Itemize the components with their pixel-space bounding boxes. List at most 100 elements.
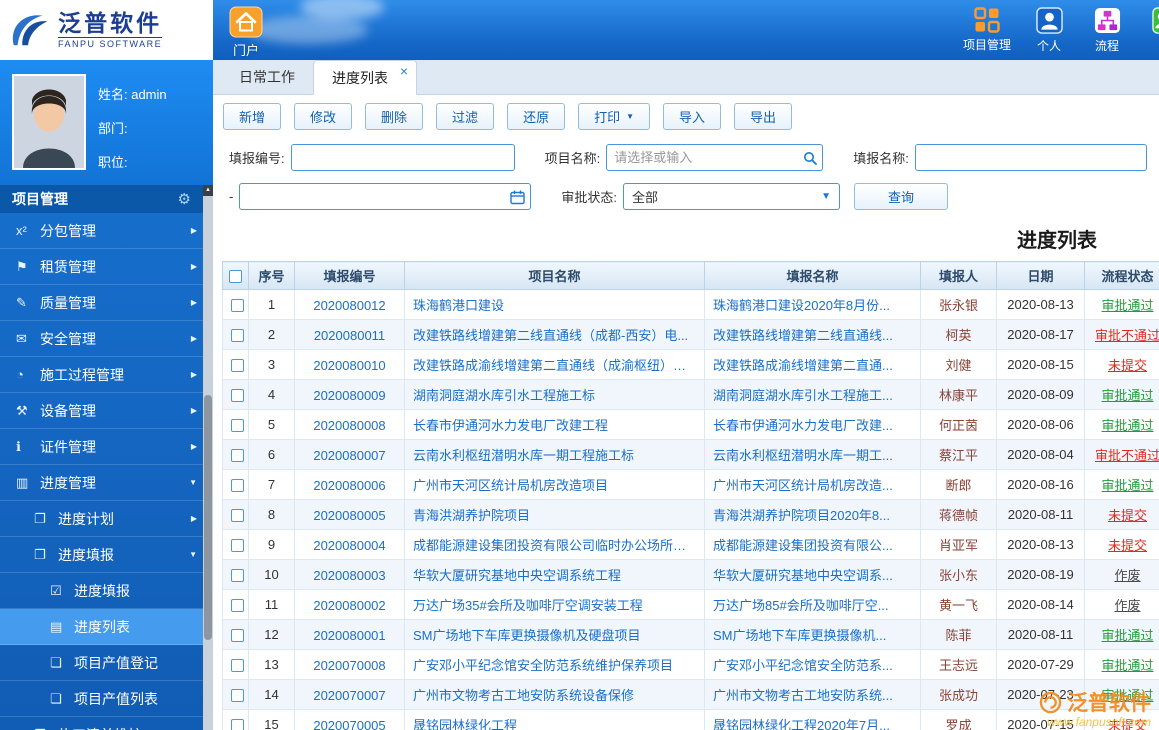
row-checkbox[interactable] <box>231 659 244 673</box>
project-name-input[interactable] <box>606 144 824 171</box>
report-name-input[interactable] <box>914 144 1147 171</box>
search-icon[interactable] <box>803 151 818 165</box>
sidebar-item-progress-report[interactable]: ❐ 进度填报 ▼ <box>0 537 213 573</box>
report-no-input[interactable] <box>290 144 515 171</box>
report-name-link[interactable]: 改建铁路成渝线增建第二直通... <box>713 355 893 374</box>
sidebar-item-progress-plan[interactable]: ❐ 进度计划 ▶ <box>0 501 213 537</box>
status-link[interactable]: 审批通过 <box>1101 298 1153 313</box>
status-link[interactable]: 未提交 <box>1108 718 1147 730</box>
project-name-link[interactable]: 长春市伊通河水力发电厂改建工程 <box>413 415 608 434</box>
nav-workflow[interactable]: 流程 <box>1087 7 1127 54</box>
print-button[interactable]: 打印 ▼ <box>578 103 651 130</box>
project-name-link[interactable]: 广安邓小平纪念馆安全防范系统维护保养项目 <box>413 655 673 674</box>
close-icon[interactable]: × <box>400 64 408 78</box>
report-name-link[interactable]: 珠海鹤港口建设2020年8月份... <box>713 295 890 314</box>
report-no-link[interactable]: 2020080007 <box>313 448 385 463</box>
report-name-link[interactable]: 万达广场85#会所及咖啡厅空... <box>713 595 889 614</box>
project-name-link[interactable]: 湖南洞庭湖水库引水工程施工标 <box>413 385 595 404</box>
row-checkbox[interactable] <box>231 329 244 343</box>
delete-button[interactable]: 删除 <box>365 103 424 130</box>
report-no-link[interactable]: 2020080001 <box>313 628 385 643</box>
status-link[interactable]: 未提交 <box>1108 508 1147 523</box>
project-name-link[interactable]: 万达广场35#会所及咖啡厅空调安装工程 <box>413 595 643 614</box>
report-name-link[interactable]: 青海洪湖养护院项目2020年8... <box>713 505 890 524</box>
sidebar-item-construction-checklist[interactable]: ❐施工清单维护▶ <box>0 717 213 730</box>
sidebar-item-output-register[interactable]: ❏ 项目产值登记 <box>0 645 213 681</box>
date-input[interactable] <box>239 183 532 210</box>
row-checkbox[interactable] <box>231 389 244 403</box>
project-name-link[interactable]: 青海洪湖养护院项目 <box>413 505 530 524</box>
status-link[interactable]: 审批通过 <box>1101 658 1153 673</box>
status-link[interactable]: 作废 <box>1114 568 1140 583</box>
report-no-link[interactable]: 2020070005 <box>313 718 385 730</box>
row-checkbox[interactable] <box>231 629 244 643</box>
row-checkbox[interactable] <box>231 479 244 493</box>
report-no-link[interactable]: 2020080005 <box>313 508 385 523</box>
portal-button[interactable]: 门户 <box>224 6 268 59</box>
modify-button[interactable]: 修改 <box>294 103 353 130</box>
gear-icon[interactable]: ⚙ <box>178 190 191 208</box>
project-name-link[interactable]: 广州市文物考古工地安防系统设备保修 <box>413 685 634 704</box>
sidebar-item-certificate[interactable]: ℹ 证件管理 ▶ <box>0 429 213 465</box>
sidebar-item-safety[interactable]: ✉ 安全管理 ▶ <box>0 321 213 357</box>
status-link[interactable]: 审批通过 <box>1101 478 1153 493</box>
sidebar-item-lease[interactable]: ⚑ 租赁管理 ▶ <box>0 249 213 285</box>
status-link[interactable]: 作废 <box>1114 598 1140 613</box>
calendar-icon[interactable] <box>510 189 526 204</box>
report-name-link[interactable]: 湖南洞庭湖水库引水工程施工... <box>713 385 893 404</box>
row-checkbox[interactable] <box>231 689 244 703</box>
sidebar-item-progress-list[interactable]: ▤ 进度列表 <box>0 609 213 645</box>
nav-personal[interactable]: 个人 <box>1029 7 1069 54</box>
status-link[interactable]: 审批通过 <box>1101 628 1153 643</box>
restore-button[interactable]: 还原 <box>507 103 566 130</box>
import-button[interactable]: 导入 <box>663 103 722 130</box>
status-link[interactable]: 审批通过 <box>1101 688 1153 703</box>
tab-progress-list[interactable]: 进度列表 × <box>313 60 417 95</box>
approval-status-select[interactable]: 全部 ▼ <box>622 183 840 210</box>
status-link[interactable]: 审批不通过 <box>1095 448 1159 463</box>
nav-hr[interactable]: 人 <box>1145 7 1159 54</box>
report-no-link[interactable]: 2020070007 <box>313 688 385 703</box>
project-name-link[interactable]: 改建铁路成渝线增建第二直通线（成渝枢纽）电... <box>413 355 696 374</box>
row-checkbox[interactable] <box>231 359 244 373</box>
report-name-link[interactable]: 晟铭园林绿化工程2020年7月... <box>713 715 890 730</box>
scrollbar-thumb[interactable] <box>204 395 212 640</box>
report-name-link[interactable]: 广州市天河区统计局机房改造... <box>713 475 893 494</box>
scroll-up-button[interactable]: ▲ <box>203 185 213 196</box>
project-name-link[interactable]: 广州市天河区统计局机房改造项目 <box>413 475 608 494</box>
project-name-link[interactable]: 改建铁路线增建第二线直通线（成都-西安）电... <box>413 325 688 344</box>
report-name-link[interactable]: SM广场地下车库更换摄像机... <box>713 625 886 644</box>
report-name-link[interactable]: 华软大厦研究基地中央空调系... <box>713 565 893 584</box>
row-checkbox[interactable] <box>231 509 244 523</box>
sidebar-item-construction-process[interactable]: ◔ 施工过程管理 ▶ <box>0 357 213 393</box>
sidebar-item-progress[interactable]: ▥ 进度管理 ▼ <box>0 465 213 501</box>
report-no-link[interactable]: 2020080003 <box>313 568 385 583</box>
project-name-link[interactable]: 云南水利枢纽潜明水库一期工程施工标 <box>413 445 634 464</box>
row-checkbox[interactable] <box>231 539 244 553</box>
project-name-link[interactable]: 晟铭园林绿化工程 <box>413 715 517 730</box>
project-name-link[interactable]: SM广场地下车库更换摄像机及硬盘项目 <box>413 625 641 644</box>
select-all-checkbox[interactable] <box>229 270 242 284</box>
report-no-link[interactable]: 2020080011 <box>314 328 385 343</box>
report-no-link[interactable]: 2020070008 <box>313 658 385 673</box>
row-checkbox[interactable] <box>231 419 244 433</box>
sidebar-item-equipment[interactable]: ⚒ 设备管理 ▶ <box>0 393 213 429</box>
project-name-link[interactable]: 珠海鹤港口建设 <box>413 295 504 314</box>
status-link[interactable]: 未提交 <box>1108 538 1147 553</box>
report-no-link[interactable]: 2020080010 <box>313 358 385 373</box>
project-name-link[interactable]: 成都能源建设集团投资有限公司临时办公场所装... <box>413 535 696 554</box>
report-name-link[interactable]: 长春市伊通河水力发电厂改建... <box>713 415 893 434</box>
report-no-link[interactable]: 2020080002 <box>313 598 385 613</box>
nav-project-management[interactable]: 项目管理 <box>963 7 1011 53</box>
status-link[interactable]: 审批不通过 <box>1095 328 1159 343</box>
row-checkbox[interactable] <box>231 599 244 613</box>
filter-button[interactable]: 过滤 <box>436 103 495 130</box>
report-no-link[interactable]: 2020080006 <box>313 478 385 493</box>
report-no-link[interactable]: 2020080004 <box>313 538 385 553</box>
add-button[interactable]: 新增 <box>223 103 282 130</box>
report-name-link[interactable]: 成都能源建设集团投资有限公... <box>713 535 893 554</box>
row-checkbox[interactable] <box>231 569 244 583</box>
sidebar-item-quality[interactable]: ✎ 质量管理 ▶ <box>0 285 213 321</box>
query-button[interactable]: 查询 <box>853 183 948 210</box>
report-no-link[interactable]: 2020080008 <box>313 418 385 433</box>
